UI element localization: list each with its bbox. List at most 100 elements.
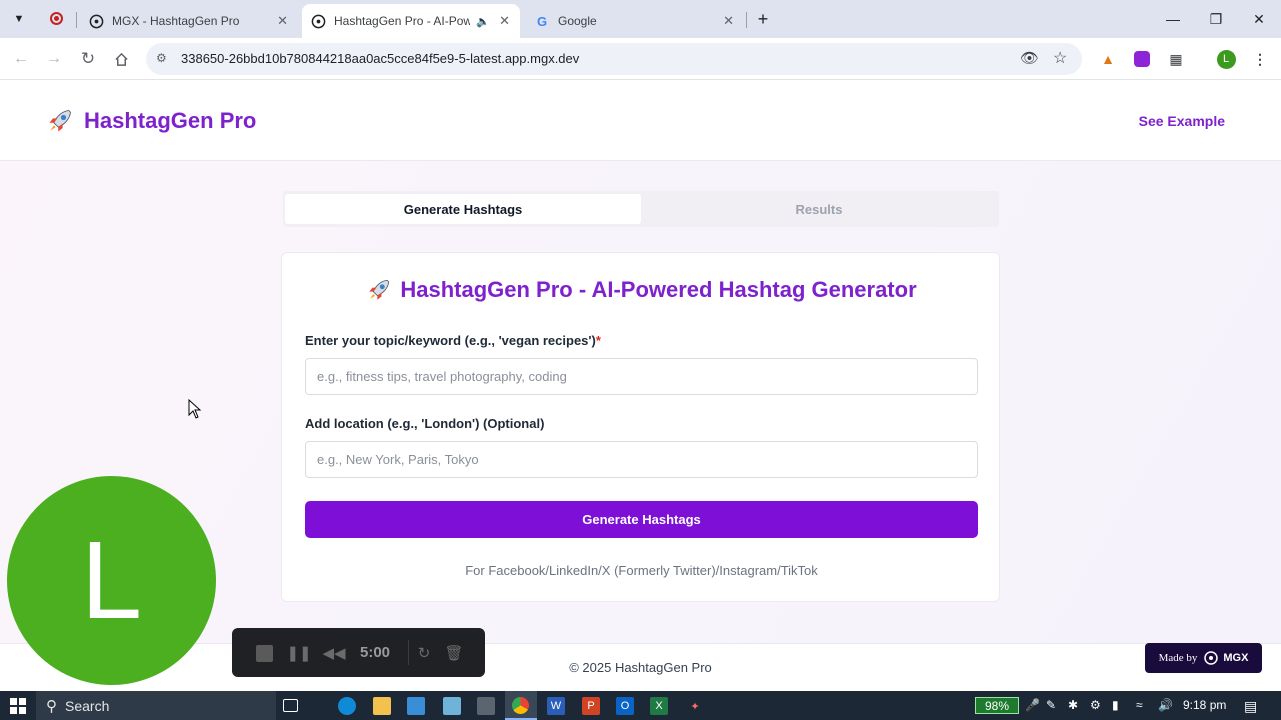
- browser-menu-icon[interactable]: ⋮: [1250, 49, 1270, 69]
- made-by-mgx-badge[interactable]: Made by MGX: [1145, 643, 1262, 673]
- view-tabs: Generate Hashtags Results: [283, 191, 999, 227]
- close-window-icon[interactable]: ✕: [1237, 0, 1281, 38]
- extensions-puzzle-icon[interactable]: ▦: [1166, 49, 1186, 69]
- pause-icon[interactable]: ❚❚: [286, 643, 311, 663]
- see-example-link[interactable]: See Example: [1139, 113, 1225, 129]
- tab-generate-hashtags[interactable]: Generate Hashtags: [285, 194, 641, 224]
- taskbar-search-label: Search: [65, 697, 110, 714]
- webcam-avatar: L: [7, 476, 216, 685]
- mgx-logo-icon: [1204, 651, 1219, 665]
- bluetooth-icon[interactable]: ✱: [1068, 698, 1078, 712]
- forward-icon[interactable]: →: [41, 46, 67, 72]
- recorder-divider: [408, 640, 409, 665]
- wifi-icon[interactable]: ≈: [1136, 698, 1143, 712]
- close-tab-icon[interactable]: ✕: [499, 13, 510, 29]
- close-tab-icon[interactable]: ✕: [277, 13, 288, 29]
- made-by-text: Made by: [1158, 652, 1198, 664]
- store-icon[interactable]: [407, 697, 425, 715]
- minimize-icon[interactable]: —: [1151, 0, 1195, 38]
- topic-label-text: Enter your topic/keyword (e.g., 'vegan r…: [305, 333, 596, 348]
- browser-toolbar: ← → ↻ ⚙ 338650-26bbd10b780844218aa0ac5cc…: [0, 38, 1281, 80]
- network-app-icon[interactable]: ⚙: [1090, 698, 1101, 712]
- stop-icon[interactable]: [254, 643, 274, 663]
- rewind-icon[interactable]: ◀◀: [322, 643, 345, 663]
- location-input[interactable]: [305, 441, 978, 478]
- chrome-taskbar-item[interactable]: [505, 691, 537, 720]
- tab-separator: [746, 12, 747, 28]
- eye-icon[interactable]: 👁: [1020, 49, 1039, 67]
- taskbar-clock[interactable]: 9:18 pm: [1183, 698, 1226, 712]
- app-feather-icon[interactable]: ✦: [686, 697, 704, 715]
- site-info-icon[interactable]: ⚙: [156, 51, 167, 65]
- home-icon[interactable]: [108, 46, 134, 72]
- recording-indicator-icon: [50, 12, 63, 25]
- search-icon: ⚲: [46, 697, 57, 715]
- address-bar[interactable]: ⚙ 338650-26bbd10b780844218aa0ac5cce84f5e…: [146, 43, 1082, 75]
- volume-icon[interactable]: 🔊: [1158, 698, 1173, 712]
- platforms-note: For Facebook/LinkedIn/X (Formerly Twitte…: [465, 563, 818, 578]
- recorder-time: 5:00: [360, 644, 391, 661]
- google-icon: G: [536, 13, 548, 29]
- generator-card: HashtagGen Pro - AI-Powered Hashtag Gene…: [281, 252, 1000, 602]
- chrome-icon: [512, 697, 529, 714]
- card-title-text: HashtagGen Pro - AI-Powered Hashtag Gene…: [400, 277, 917, 302]
- file-explorer-icon[interactable]: [373, 697, 391, 715]
- topic-input[interactable]: [305, 358, 978, 395]
- browser-tab-strip: ▼ MGX - HashtagGen Pro ✕ HashtagGen Pro …: [0, 0, 1281, 38]
- profile-avatar[interactable]: L: [1216, 49, 1236, 69]
- generate-hashtags-button[interactable]: Generate Hashtags: [305, 501, 978, 538]
- copyright-text: © 2025 HashtagGen Pro: [569, 660, 712, 675]
- battery-indicator[interactable]: 98%: [975, 697, 1019, 714]
- mouse-cursor-icon: [188, 399, 202, 419]
- topic-label: Enter your topic/keyword (e.g., 'vegan r…: [305, 333, 601, 348]
- tab-label: HashtagGen Pro - AI-Powe: [334, 14, 470, 28]
- location-label: Add location (e.g., 'London') (Optional): [305, 416, 545, 431]
- edge-icon[interactable]: [338, 697, 356, 715]
- pen-icon[interactable]: ✎: [1046, 698, 1056, 712]
- restart-icon[interactable]: ↻: [414, 643, 434, 663]
- site-header: HashtagGen Pro See Example: [0, 81, 1281, 161]
- close-tab-icon[interactable]: ✕: [723, 13, 734, 29]
- tab-results[interactable]: Results: [641, 194, 997, 224]
- back-icon[interactable]: ←: [8, 46, 34, 72]
- mgx-tab-icon: [88, 13, 104, 29]
- tab-hashtaggen-active[interactable]: HashtagGen Pro - AI-Powe 🔈 ✕: [302, 4, 520, 38]
- tab-label: Google: [558, 14, 597, 28]
- purple-extension-icon[interactable]: [1132, 49, 1152, 69]
- speaker-icon[interactable]: 🔈: [476, 15, 490, 28]
- word-icon[interactable]: W: [547, 697, 565, 715]
- notification-icon[interactable]: ▤: [1244, 698, 1257, 715]
- tab-list-chevron-icon[interactable]: ▼: [6, 6, 32, 32]
- screen-recorder-bar: ❚❚ ◀◀ 5:00 ↻ 🗑: [232, 628, 485, 677]
- trash-icon[interactable]: 🗑: [444, 643, 464, 663]
- bookmark-star-icon[interactable]: ☆: [1053, 48, 1067, 68]
- tab-separator: [76, 12, 77, 28]
- metamask-extension-icon[interactable]: ▲: [1098, 49, 1118, 69]
- restore-icon[interactable]: ❐: [1194, 0, 1238, 38]
- rocket-icon: [49, 110, 71, 132]
- mgx-tab-icon: [310, 13, 326, 29]
- excel-icon[interactable]: X: [650, 697, 668, 715]
- windows-start-icon[interactable]: [8, 696, 27, 715]
- url-text: 338650-26bbd10b780844218aa0ac5cce84f5e9-…: [181, 51, 580, 66]
- calculator-icon[interactable]: [477, 697, 495, 715]
- required-mark: *: [595, 333, 601, 348]
- rocket-icon: [369, 279, 390, 300]
- brand-name: HashtagGen Pro: [84, 108, 257, 133]
- outlook-icon[interactable]: O: [616, 697, 634, 715]
- task-view-icon[interactable]: [283, 699, 298, 712]
- made-by-brand: MGX: [1223, 652, 1249, 664]
- windows-taskbar: ⚲ Search W P O X ✦ 98% 🎤 ✎ ✱ ⚙ ▮ ≈ 🔊 9:1…: [0, 691, 1281, 720]
- powerpoint-icon[interactable]: P: [582, 697, 600, 715]
- tab-google[interactable]: G Google ✕: [526, 4, 744, 38]
- battery-icon[interactable]: ▮: [1112, 698, 1119, 712]
- app-icon[interactable]: [443, 697, 461, 715]
- microphone-icon[interactable]: 🎤: [1025, 698, 1040, 712]
- new-tab-icon[interactable]: +: [750, 6, 776, 32]
- card-title: HashtagGen Pro - AI-Powered Hashtag Gene…: [282, 277, 1001, 303]
- tab-label: MGX - HashtagGen Pro: [112, 14, 240, 28]
- tab-mgx-hashtaggen[interactable]: MGX - HashtagGen Pro ✕: [80, 4, 298, 38]
- brand[interactable]: HashtagGen Pro: [46, 107, 256, 135]
- reload-icon[interactable]: ↻: [75, 46, 101, 72]
- taskbar-search[interactable]: ⚲ Search: [36, 691, 276, 720]
